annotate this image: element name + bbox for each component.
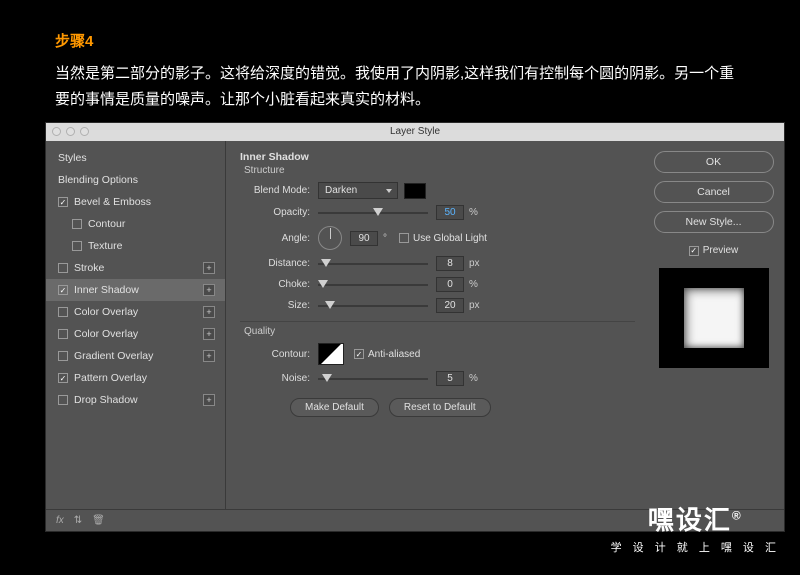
- dialog-title: Layer Style: [390, 126, 440, 137]
- choke-value[interactable]: 0: [436, 277, 464, 292]
- sidebar-item-drop-shadow[interactable]: Drop Shadow+: [46, 389, 225, 411]
- opacity-label: Opacity:: [240, 207, 310, 218]
- choke-label: Choke:: [240, 279, 310, 290]
- watermark: 嘿设汇® 学 设 计 就 上 嘿 设 汇: [611, 500, 780, 555]
- cancel-button[interactable]: Cancel: [654, 181, 774, 203]
- global-light-label: Use Global Light: [413, 233, 487, 244]
- quality-label: Quality: [244, 326, 635, 337]
- checkbox-stroke[interactable]: [58, 263, 68, 273]
- opacity-value[interactable]: 50: [436, 205, 464, 220]
- checkbox-texture[interactable]: [72, 241, 82, 251]
- choke-slider[interactable]: [318, 279, 428, 291]
- add-icon[interactable]: +: [203, 394, 215, 406]
- sidebar-item-inner-shadow[interactable]: Inner Shadow+: [46, 279, 225, 301]
- sidebar-item-styles[interactable]: Styles: [46, 147, 225, 169]
- sidebar-item-texture[interactable]: Texture: [46, 235, 225, 257]
- trash-icon[interactable]: 🗑: [92, 515, 105, 526]
- settings-panel: Inner Shadow Structure Blend Mode: Darke…: [226, 141, 649, 509]
- checkbox-drop-shadow[interactable]: [58, 395, 68, 405]
- preview-thumbnail: [659, 268, 769, 368]
- add-icon[interactable]: +: [203, 328, 215, 340]
- sidebar-item-contour[interactable]: Contour: [46, 213, 225, 235]
- global-light-checkbox[interactable]: [399, 233, 409, 243]
- distance-slider[interactable]: [318, 258, 428, 270]
- step-title: 步骤4: [55, 30, 745, 51]
- blend-mode-label: Blend Mode:: [240, 185, 310, 196]
- sidebar-item-stroke[interactable]: Stroke+: [46, 257, 225, 279]
- layer-style-dialog: Layer Style Styles Blending Options Beve…: [45, 122, 785, 532]
- arrow-up-down-icon[interactable]: ⇅: [74, 515, 82, 526]
- sidebar-item-gradient-overlay[interactable]: Gradient Overlay+: [46, 345, 225, 367]
- size-value[interactable]: 20: [436, 298, 464, 313]
- contour-label: Contour:: [240, 349, 310, 360]
- opacity-slider[interactable]: [318, 207, 428, 219]
- add-icon[interactable]: +: [203, 350, 215, 362]
- add-icon[interactable]: +: [203, 262, 215, 274]
- add-icon[interactable]: +: [203, 284, 215, 296]
- preview-checkbox[interactable]: [689, 246, 699, 256]
- noise-slider[interactable]: [318, 373, 428, 385]
- checkbox-color-overlay[interactable]: [58, 307, 68, 317]
- noise-label: Noise:: [240, 373, 310, 384]
- new-style-button[interactable]: New Style...: [654, 211, 774, 233]
- reset-default-button[interactable]: Reset to Default: [389, 398, 491, 417]
- sidebar-item-blending[interactable]: Blending Options: [46, 169, 225, 191]
- size-label: Size:: [240, 300, 310, 311]
- ok-button[interactable]: OK: [654, 151, 774, 173]
- contour-picker[interactable]: [318, 343, 344, 365]
- checkbox-gradient[interactable]: [58, 351, 68, 361]
- preview-label: Preview: [703, 245, 739, 256]
- fx-icon[interactable]: fx: [56, 515, 64, 526]
- blend-mode-dropdown[interactable]: Darken: [318, 182, 398, 199]
- step-description: 当然是第二部分的影子。这将给深度的错觉。我使用了内阴影,这样我们有控制每个圆的阴…: [55, 61, 745, 112]
- structure-label: Structure: [244, 165, 635, 176]
- sidebar-item-pattern-overlay[interactable]: Pattern Overlay: [46, 367, 225, 389]
- dialog-actions: OK Cancel New Style... Preview: [649, 141, 784, 509]
- checkbox-inner-shadow[interactable]: [58, 285, 68, 295]
- angle-label: Angle:: [240, 233, 310, 244]
- sidebar-item-color-overlay[interactable]: Color Overlay+: [46, 301, 225, 323]
- checkbox-bevel[interactable]: [58, 197, 68, 207]
- anti-aliased-checkbox[interactable]: [354, 349, 364, 359]
- panel-title: Inner Shadow: [240, 151, 635, 163]
- anti-aliased-label: Anti-aliased: [368, 349, 420, 360]
- distance-label: Distance:: [240, 258, 310, 269]
- checkbox-pattern[interactable]: [58, 373, 68, 383]
- make-default-button[interactable]: Make Default: [290, 398, 379, 417]
- angle-dial[interactable]: [318, 226, 342, 250]
- checkbox-contour[interactable]: [72, 219, 82, 229]
- angle-value[interactable]: 90: [350, 231, 378, 246]
- checkbox-color-overlay2[interactable]: [58, 329, 68, 339]
- color-swatch[interactable]: [404, 183, 426, 199]
- distance-value[interactable]: 8: [436, 256, 464, 271]
- sidebar-item-bevel[interactable]: Bevel & Emboss: [46, 191, 225, 213]
- window-controls[interactable]: [52, 127, 89, 136]
- add-icon[interactable]: +: [203, 306, 215, 318]
- effects-sidebar: Styles Blending Options Bevel & Emboss C…: [46, 141, 226, 509]
- size-slider[interactable]: [318, 300, 428, 312]
- sidebar-item-color-overlay2[interactable]: Color Overlay+: [46, 323, 225, 345]
- noise-value[interactable]: 5: [436, 371, 464, 386]
- dialog-titlebar: Layer Style: [46, 123, 784, 141]
